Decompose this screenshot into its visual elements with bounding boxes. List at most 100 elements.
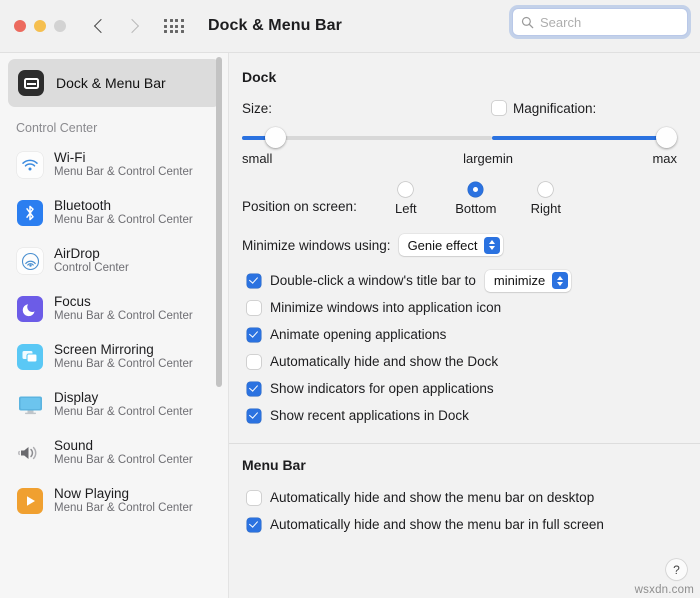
sidebar-item-title: Now Playing [54,486,193,502]
magnification-max-label: max [652,151,677,166]
show-all-grid-icon[interactable] [164,19,184,33]
checkbox-label: Minimize windows into application icon [270,300,501,315]
navigation-arrows [94,20,138,33]
sidebar-scrollbar-thumb[interactable] [216,57,222,387]
sidebar-item-bluetooth[interactable]: Bluetooth Menu Bar & Control Center [0,189,228,237]
radio-label: Left [395,201,417,216]
slider-knob[interactable] [656,127,677,148]
sidebar-item-label: Dock & Menu Bar [56,75,166,91]
dock-icon [18,70,44,96]
checkbox-row: Automatically hide and show the Dock [247,348,700,375]
sidebar-item-subtitle: Menu Bar & Control Center [54,166,193,180]
radio-label: Right [531,201,561,216]
help-button[interactable]: ? [666,559,687,580]
grid-dot [181,19,184,22]
dock-size-min-label: small [242,151,272,166]
dock-size-slider[interactable] [242,127,492,149]
dock-checkbox[interactable] [247,382,261,396]
menu-bar-section-title: Menu Bar [229,457,700,473]
checkbox-label: Show recent applications in Dock [270,408,469,423]
checkbox-row: Automatically hide and show the menu bar… [247,511,700,538]
system-preferences-window: Dock & Menu Bar Dock & Menu Bar Control … [0,0,700,598]
grid-dot [181,30,184,33]
sidebar-item-subtitle: Menu Bar & Control Center [54,358,193,372]
wifi-icon [17,152,43,178]
minimize-button-icon[interactable] [34,20,46,32]
grid-dot [175,30,178,33]
dock-checkbox[interactable] [247,355,261,369]
sidebar-item-focus[interactable]: Focus Menu Bar & Control Center [0,285,228,333]
dock-size-label: Size: [242,101,272,116]
menu-bar-checkbox[interactable] [247,491,261,505]
sidebar-item-subtitle: Menu Bar & Control Center [54,214,193,228]
sidebar-item-dock-menu-bar[interactable]: Dock & Menu Bar [8,59,220,107]
close-button-icon[interactable] [14,20,26,32]
dock-checkbox[interactable] [247,328,261,342]
grid-dot [170,19,173,22]
zoom-button-icon[interactable] [54,20,66,32]
grid-dot [181,25,184,28]
sidebar-item-airdrop[interactable]: AirDrop Control Center [0,237,228,285]
double-click-checkbox[interactable] [247,274,261,288]
radio-option-bottom[interactable]: Bottom [441,182,511,216]
sidebar-group-header: Control Center [0,109,228,141]
double-click-action-dropdown[interactable]: minimize [485,270,571,292]
magnification-label: Magnification: [513,101,596,116]
grid-dot [170,25,173,28]
traffic-lights [14,20,66,32]
airdrop-icon [17,248,43,274]
grid-dot [175,25,178,28]
chevron-updown-icon [484,237,500,254]
sidebar-item-subtitle: Menu Bar & Control Center [54,310,193,324]
sidebar-item-title: AirDrop [54,246,129,262]
slider-knob[interactable] [265,127,286,148]
radio-option-left[interactable]: Left [371,182,441,216]
dock-checkbox[interactable] [247,409,261,423]
checkbox-row: Animate opening applications [247,321,700,348]
dock-checkbox-list: Double-click a window's title bar to min… [229,256,700,429]
dock-sliders: Size: small large Magnifica [229,85,700,166]
checkbox-label: Automatically hide and show the menu bar… [270,517,604,532]
menu-bar-section: Menu Bar Automatically hide and show the… [229,444,700,538]
sidebar-item-now-playing[interactable]: Now Playing Menu Bar & Control Center [0,477,228,525]
sidebar-item-title: Sound [54,438,193,454]
radio-button[interactable] [398,182,413,197]
magnification-checkbox[interactable] [492,101,506,115]
menu-bar-checkbox[interactable] [247,518,261,532]
back-chevron-icon[interactable] [94,20,107,33]
dropdown-value: Genie effect [408,238,478,253]
radio-button[interactable] [538,182,553,197]
dock-checkbox[interactable] [247,301,261,315]
minimize-effect-dropdown[interactable]: Genie effect [399,234,504,256]
now-playing-icon [17,488,43,514]
grid-dot [164,25,167,28]
display-icon [17,392,43,418]
dock-section-title: Dock [229,69,700,85]
sidebar-item-display[interactable]: Display Menu Bar & Control Center [0,381,228,429]
preferences-content: Dock Size: small large [228,53,700,598]
radio-option-right[interactable]: Right [511,182,581,216]
bluetooth-icon [17,200,43,226]
search-icon [521,16,534,29]
sidebar-item-wifi[interactable]: Wi-Fi Menu Bar & Control Center [0,141,228,189]
screen-mirroring-icon [17,344,43,370]
grid-dot [170,30,173,33]
dock-position-radio-group: Left Bottom Right [371,182,581,216]
forward-chevron-icon[interactable] [125,20,138,33]
dropdown-value: minimize [494,273,545,288]
grid-dot [175,19,178,22]
double-click-row: Double-click a window's title bar to min… [247,267,700,294]
sidebar-item-sound[interactable]: Sound Menu Bar & Control Center [0,429,228,477]
grid-dot [164,30,167,33]
focus-moon-icon [17,296,43,322]
sidebar-item-title: Wi-Fi [54,150,193,166]
sidebar-item-subtitle: Menu Bar & Control Center [54,502,193,516]
radio-button[interactable] [468,182,483,197]
dock-size-group: Size: small large [242,97,492,166]
dock-magnification-slider[interactable] [492,127,677,149]
checkbox-label: Automatically hide and show the menu bar… [270,490,594,505]
sidebar-item-screen-mirroring[interactable]: Screen Mirroring Menu Bar & Control Cent… [0,333,228,381]
search-field[interactable] [512,8,688,36]
search-input[interactable] [540,15,679,30]
magnification-min-label: min [492,151,513,166]
